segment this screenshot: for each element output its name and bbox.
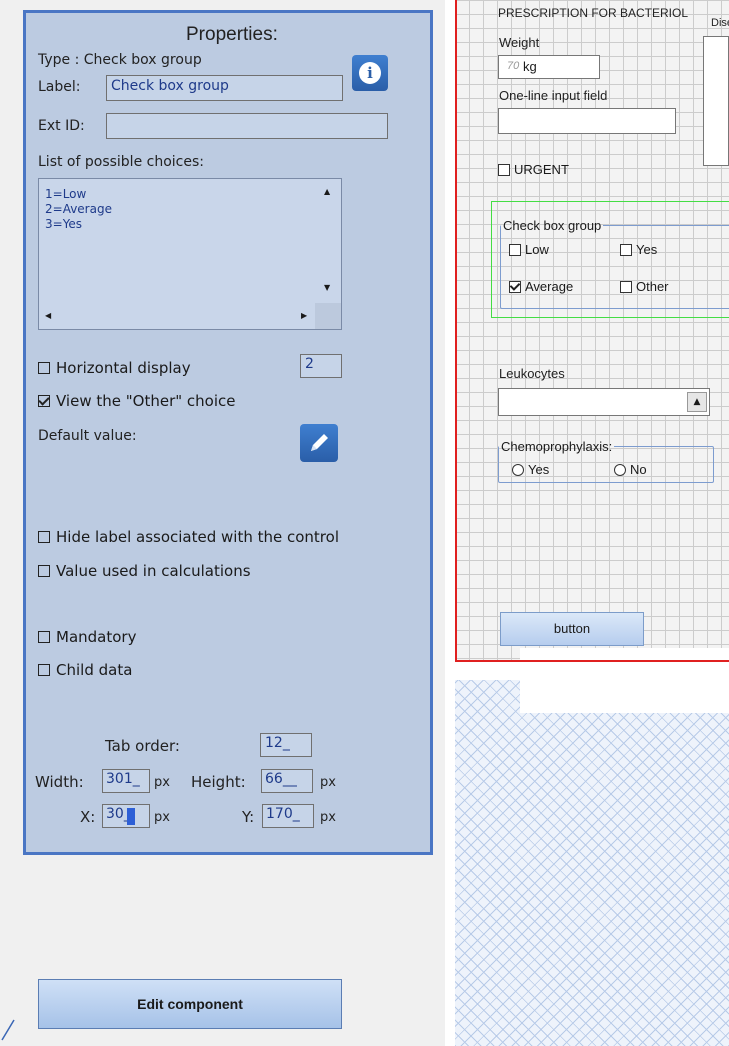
width-caption: Width:	[35, 773, 84, 791]
hide-label-checkbox[interactable]: Hide label associated with the control	[38, 528, 339, 546]
choices-textarea[interactable]: 1=Low 2=Average 3=Yes ▲ ▼ ◀ ▶	[38, 178, 342, 330]
form-button[interactable]: button	[500, 612, 644, 646]
one-line-label: One-line input field	[499, 88, 608, 103]
weight-placeholder: 70	[507, 60, 520, 72]
default-value-edit-button[interactable]	[300, 424, 338, 462]
label-caption: Label:	[38, 79, 81, 95]
checkbox-checked-icon	[509, 280, 521, 293]
chemoprophylaxis-legend: Chemoprophylaxis:	[501, 439, 613, 454]
weight-label: Weight	[499, 35, 540, 50]
checkbox-yes[interactable]: Yes	[620, 242, 657, 257]
scroll-left-icon[interactable]: ◀	[45, 311, 51, 320]
checkbox-other[interactable]: Other	[620, 279, 669, 294]
canvas-outside-area	[455, 680, 729, 1046]
urgent-checkbox[interactable]: URGENT	[498, 162, 569, 177]
disease-field[interactable]	[703, 36, 729, 166]
checkbox-icon	[38, 361, 50, 374]
radio-icon	[614, 463, 626, 476]
view-other-label: View the "Other" choice	[56, 392, 236, 410]
radio-no-label: No	[630, 462, 647, 477]
height-unit: px	[320, 775, 336, 790]
choices-caption: List of possible choices:	[38, 154, 204, 170]
checkbox-yes-label: Yes	[636, 242, 658, 257]
child-data-checkbox[interactable]: Child data	[38, 661, 132, 679]
checkbox-checked-icon	[38, 394, 50, 407]
scroll-right-icon[interactable]: ▶	[301, 311, 307, 320]
x-input[interactable]: 30_	[102, 804, 150, 828]
checkbox-group-legend: Check box group	[503, 218, 602, 233]
edit-component-button[interactable]: Edit component	[38, 979, 342, 1029]
default-value-caption: Default value:	[38, 428, 137, 444]
form-header-text-right: Dise	[711, 17, 729, 29]
checkbox-icon	[509, 243, 521, 256]
view-other-checkbox[interactable]: View the "Other" choice	[38, 392, 235, 410]
checkbox-average-label: Average	[525, 279, 574, 294]
child-data-label: Child data	[56, 661, 133, 679]
checkbox-icon	[620, 280, 632, 293]
choice-item: 2=Average	[45, 202, 112, 216]
checkbox-icon	[38, 530, 50, 543]
checkbox-group[interactable]: Check box group	[500, 218, 729, 309]
width-input[interactable]: 301_	[102, 769, 150, 793]
ext-id-caption: Ext ID:	[38, 118, 85, 134]
form-header-text: PRESCRIPTION FOR BACTERIOL	[498, 6, 689, 20]
weight-input[interactable]: 70 kg	[498, 55, 600, 79]
radio-yes-label: Yes	[528, 462, 550, 477]
ext-id-input[interactable]	[106, 113, 388, 139]
checkbox-icon	[620, 243, 632, 256]
info-icon: i	[359, 62, 381, 84]
scroll-down-icon[interactable]: ▼	[324, 283, 330, 292]
type-label: Type : Check box group	[38, 52, 202, 68]
checkbox-icon	[38, 564, 50, 577]
y-unit: px	[320, 810, 336, 825]
x-caption: X:	[80, 808, 96, 826]
value-calc-label: Value used in calculations	[56, 562, 251, 580]
dropdown-arrow-icon[interactable]: ▲	[687, 392, 707, 412]
leukocytes-label: Leukocytes	[499, 366, 565, 381]
radio-no[interactable]: No	[614, 462, 647, 477]
hide-label-label: Hide label associated with the control	[56, 528, 339, 546]
checkbox-icon	[38, 663, 50, 676]
properties-title: Properties:	[186, 24, 278, 45]
horizontal-display-count-input[interactable]: 2	[300, 354, 342, 378]
urgent-label: URGENT	[514, 162, 569, 177]
leukocytes-dropdown[interactable]: ▲	[498, 388, 710, 416]
decorative-line	[1, 1019, 15, 1041]
radio-yes[interactable]: Yes	[512, 462, 549, 477]
scroll-up-icon[interactable]: ▲	[324, 187, 330, 196]
checkbox-icon	[498, 163, 510, 176]
pencil-icon	[311, 434, 328, 451]
checkbox-other-label: Other	[636, 279, 669, 294]
label-input[interactable]: Check box group	[106, 75, 343, 101]
radio-icon	[512, 463, 524, 476]
x-unit: px	[154, 810, 170, 825]
checkbox-icon	[38, 630, 50, 643]
checkbox-low-label: Low	[525, 242, 549, 257]
tab-order-input[interactable]: 12_	[260, 733, 312, 757]
weight-unit: kg	[523, 59, 537, 74]
y-input[interactable]: 170_	[262, 804, 314, 828]
choice-item: 1=Low	[45, 187, 87, 201]
one-line-input[interactable]	[498, 108, 676, 134]
mandatory-checkbox[interactable]: Mandatory	[38, 628, 136, 646]
text-cursor	[127, 808, 135, 825]
tab-order-caption: Tab order:	[105, 737, 180, 755]
y-caption: Y:	[242, 808, 255, 826]
mandatory-label: Mandatory	[56, 628, 137, 646]
horizontal-scrollbar[interactable]: ◀ ▶	[39, 303, 315, 329]
value-calc-checkbox[interactable]: Value used in calculations	[38, 562, 251, 580]
checkbox-average[interactable]: Average	[509, 279, 573, 294]
scrollbar-corner	[315, 303, 341, 329]
height-input[interactable]: 66__	[261, 769, 313, 793]
checkbox-low[interactable]: Low	[509, 242, 549, 257]
info-button[interactable]: i	[352, 55, 388, 91]
width-unit: px	[154, 775, 170, 790]
horizontal-display-checkbox[interactable]: Horizontal display	[38, 359, 191, 377]
horizontal-display-label: Horizontal display	[56, 359, 191, 377]
choice-item: 3=Yes	[45, 217, 83, 231]
height-caption: Height:	[191, 773, 246, 791]
